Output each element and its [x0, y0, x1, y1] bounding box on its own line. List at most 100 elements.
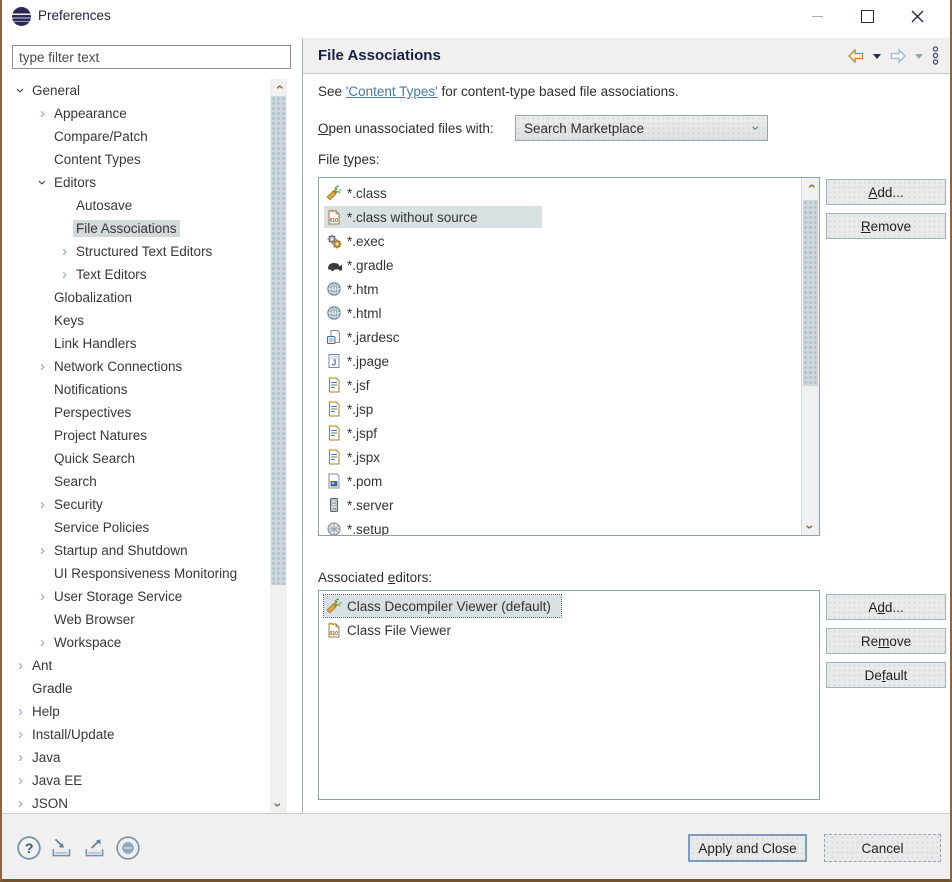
web-doc-icon: [326, 449, 342, 465]
file-types-label: File types:: [318, 152, 380, 167]
file-type-item[interactable]: *.jspf: [319, 421, 819, 445]
scroll-down-icon[interactable]: ›: [803, 519, 819, 536]
remove-button[interactable]: Remove: [826, 213, 946, 239]
help-icon[interactable]: ?: [16, 835, 42, 861]
back-history-dropdown-icon[interactable]: [872, 52, 882, 60]
scroll-up-icon[interactable]: ›: [803, 178, 819, 195]
tree-item-java[interactable]: ›Java: [10, 746, 268, 769]
remove-button[interactable]: Remove: [826, 628, 946, 654]
chevron-collapsed-icon[interactable]: ›: [34, 106, 51, 121]
file-type-item[interactable]: *.jsf: [319, 373, 819, 397]
scroll-down-icon[interactable]: ›: [271, 797, 287, 814]
open-with-select[interactable]: Search Marketplace ›: [515, 115, 768, 141]
tree-item-security[interactable]: ›Security: [10, 493, 268, 516]
tree-item-workspace[interactable]: ›Workspace: [10, 631, 268, 654]
chevron-expanded-icon[interactable]: ›: [35, 174, 50, 191]
close-icon[interactable]: [892, 0, 942, 32]
file-type-item[interactable]: *.jspx: [319, 445, 819, 469]
filter-input[interactable]: [12, 45, 291, 69]
file-type-item-label: *.jspx: [347, 450, 380, 465]
file-type-item[interactable]: J*.jpage: [319, 349, 819, 373]
file-types-scrollbar-thumb[interactable]: [803, 200, 818, 386]
tree-item-label: Editors: [51, 174, 99, 191]
chevron-collapsed-icon[interactable]: ›: [34, 497, 51, 512]
tree-scrollbar[interactable]: › ›: [270, 79, 287, 813]
tree-item-quick-search[interactable]: Quick Search: [10, 447, 268, 470]
tree-item-link-handlers[interactable]: Link Handlers: [10, 332, 268, 355]
tree-item-ant[interactable]: ›Ant: [10, 654, 268, 677]
back-arrow-icon[interactable]: [847, 48, 865, 64]
file-type-item[interactable]: *.server: [319, 493, 819, 517]
tree-item-ui-responsiveness-monitoring[interactable]: UI Responsiveness Monitoring: [10, 562, 268, 585]
tree-item-keys[interactable]: Keys: [10, 309, 268, 332]
chevron-collapsed-icon[interactable]: ›: [56, 267, 73, 282]
preference-recorder-icon[interactable]: [115, 835, 141, 861]
file-type-item[interactable]: *.html: [319, 301, 819, 325]
file-type-item[interactable]: *.gradle: [319, 253, 819, 277]
tree-item-web-browser[interactable]: Web Browser: [10, 608, 268, 631]
associated-editor-item[interactable]: Class Decompiler Viewer (default): [319, 594, 819, 618]
tree-item-user-storage-service[interactable]: ›User Storage Service: [10, 585, 268, 608]
file-type-item[interactable]: 010*.class without source: [319, 205, 819, 229]
tree-item-autosave[interactable]: Autosave: [10, 194, 268, 217]
chevron-collapsed-icon[interactable]: ›: [34, 635, 51, 650]
tree-item-search[interactable]: Search: [10, 470, 268, 493]
chevron-collapsed-icon[interactable]: ›: [34, 543, 51, 558]
file-type-item[interactable]: *.jsp: [319, 397, 819, 421]
chevron-collapsed-icon[interactable]: ›: [12, 704, 29, 719]
import-preferences-icon[interactable]: [49, 835, 75, 861]
file-type-item[interactable]: *.pom: [319, 469, 819, 493]
maximize-icon[interactable]: [842, 0, 892, 32]
chevron-collapsed-icon[interactable]: ›: [56, 244, 73, 259]
chevron-collapsed-icon[interactable]: ›: [12, 658, 29, 673]
tree-scrollbar-thumb[interactable]: [271, 96, 286, 585]
add-button[interactable]: Add...: [826, 179, 946, 205]
tree-item-editors[interactable]: ›Editors: [10, 171, 268, 194]
file-type-item[interactable]: *.exec: [319, 229, 819, 253]
chevron-collapsed-icon[interactable]: ›: [12, 796, 29, 811]
chevron-collapsed-icon[interactable]: ›: [12, 773, 29, 788]
tree-item-startup-and-shutdown[interactable]: ›Startup and Shutdown: [10, 539, 268, 562]
apply-and-close-button[interactable]: Apply and Close: [688, 834, 807, 862]
setup-icon: [326, 521, 342, 536]
tree-item-gradle[interactable]: Gradle: [10, 677, 268, 700]
chevron-collapsed-icon[interactable]: ›: [34, 589, 51, 604]
tree-item-compare-patch[interactable]: Compare/Patch: [10, 125, 268, 148]
tree-item-text-editors[interactable]: ›Text Editors: [10, 263, 268, 286]
cancel-button[interactable]: Cancel: [824, 834, 941, 862]
tree-item-service-policies[interactable]: Service Policies: [10, 516, 268, 539]
tree-item-install-update[interactable]: ›Install/Update: [10, 723, 268, 746]
file-types-scrollbar[interactable]: › ›: [801, 178, 819, 535]
chevron-collapsed-icon[interactable]: ›: [34, 359, 51, 374]
tree-item-label: Service Policies: [51, 519, 152, 536]
add-button[interactable]: Add...: [826, 594, 946, 620]
file-type-item[interactable]: *.class: [319, 181, 819, 205]
chevron-collapsed-icon[interactable]: ›: [12, 727, 29, 742]
tree-item-project-natures[interactable]: Project Natures: [10, 424, 268, 447]
file-type-item[interactable]: *.jardesc: [319, 325, 819, 349]
tree-item-java-ee[interactable]: ›Java EE: [10, 769, 268, 792]
associated-editor-item[interactable]: 010Class File Viewer: [319, 618, 819, 642]
tree-item-label: User Storage Service: [51, 588, 185, 605]
default-button[interactable]: Default: [826, 662, 946, 688]
tree-item-network-connections[interactable]: ›Network Connections: [10, 355, 268, 378]
tree-item-content-types[interactable]: Content Types: [10, 148, 268, 171]
export-preferences-icon[interactable]: [82, 835, 108, 861]
tree-item-perspectives[interactable]: Perspectives: [10, 401, 268, 424]
file-type-item[interactable]: *.htm: [319, 277, 819, 301]
tree-item-structured-text-editors[interactable]: ›Structured Text Editors: [10, 240, 268, 263]
tree-item-general[interactable]: ›General: [10, 79, 268, 102]
tree-item-file-associations[interactable]: File Associations: [10, 217, 268, 240]
content-types-link[interactable]: 'Content Types': [346, 84, 438, 99]
view-menu-icon[interactable]: [931, 46, 940, 65]
tree-item-json[interactable]: ›JSON: [10, 792, 268, 813]
chevron-collapsed-icon[interactable]: ›: [12, 750, 29, 765]
file-type-item-label: *.setup: [347, 522, 389, 537]
scroll-up-icon[interactable]: ›: [271, 79, 287, 96]
tree-item-globalization[interactable]: Globalization: [10, 286, 268, 309]
tree-item-help[interactable]: ›Help: [10, 700, 268, 723]
tree-item-notifications[interactable]: Notifications: [10, 378, 268, 401]
file-type-item[interactable]: *.setup: [319, 517, 819, 536]
chevron-expanded-icon[interactable]: ›: [13, 82, 28, 99]
tree-item-appearance[interactable]: ›Appearance: [10, 102, 268, 125]
